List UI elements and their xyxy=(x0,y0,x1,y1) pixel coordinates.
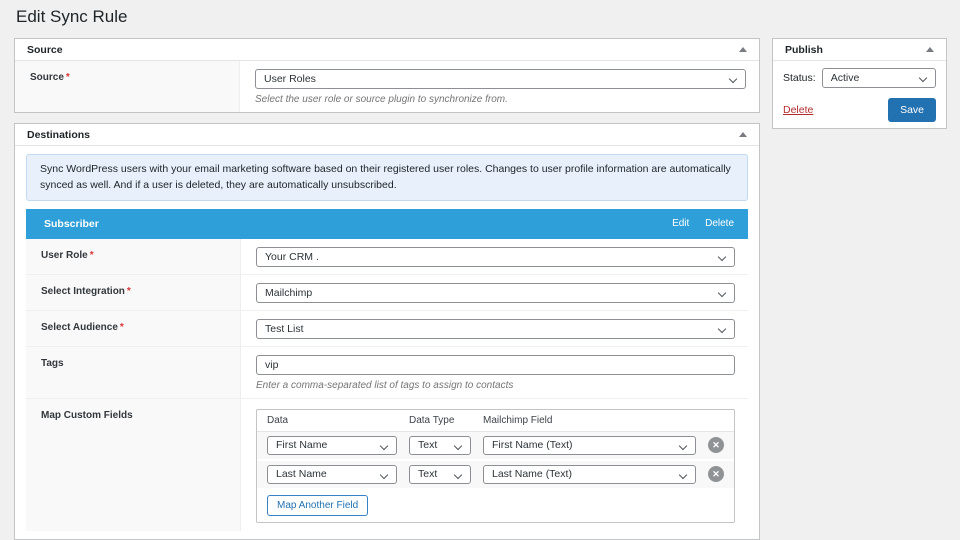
user-role-row: User Role * Your CRM . xyxy=(26,238,748,274)
column-header-mailchimp-field: Mailchimp Field xyxy=(483,414,553,426)
data-select[interactable]: First Name xyxy=(267,435,397,455)
mailchimp-field-select[interactable]: Last Name (Text) xyxy=(483,464,696,484)
sidebar-column: Publish Status: Active Delete Save xyxy=(772,38,947,129)
mailchimp-field-select[interactable]: First Name (Text) xyxy=(483,435,696,455)
destinations-panel-header: Destinations xyxy=(15,124,759,146)
status-select-value: Active xyxy=(830,72,860,84)
data-type-select[interactable]: Text xyxy=(409,464,471,484)
data-type-select-value: Text xyxy=(418,438,438,451)
source-panel: Source Source * User Roles Select the use… xyxy=(14,38,760,113)
map-fields-label: Map Custom Fields xyxy=(41,409,133,421)
publish-panel-title: Publish xyxy=(785,43,823,56)
info-notice: Sync WordPress users with your email mar… xyxy=(26,154,748,201)
status-row: Status: Active xyxy=(783,68,936,88)
required-asterisk: * xyxy=(65,72,70,83)
map-fields-label-cell: Map Custom Fields xyxy=(26,398,241,531)
tags-input[interactable] xyxy=(256,354,735,375)
mailchimp-field-select-value: First Name (Text) xyxy=(492,438,573,451)
required-asterisk: * xyxy=(89,249,94,261)
close-icon: ✕ xyxy=(712,440,720,451)
source-select-value: User Roles xyxy=(264,73,316,85)
publish-actions: Delete Save xyxy=(783,98,936,122)
subscriber-delete-link[interactable]: Delete xyxy=(705,218,734,229)
subscriber-section: Subscriber Edit Delete User Role * Your C… xyxy=(26,208,748,531)
source-label-cell: Source * xyxy=(15,61,240,112)
data-select-value: First Name xyxy=(276,438,328,451)
integration-select-value: Mailchimp xyxy=(265,286,313,299)
data-select-value: Last Name xyxy=(276,467,327,480)
close-icon: ✕ xyxy=(712,469,720,480)
source-label: Source xyxy=(30,72,64,83)
map-fields-footer: Map Another Field xyxy=(257,489,734,522)
tags-label: Tags xyxy=(41,357,64,369)
source-select[interactable]: User Roles xyxy=(255,69,746,89)
data-select[interactable]: Last Name xyxy=(267,464,397,484)
user-role-select[interactable]: Your CRM . xyxy=(256,246,735,267)
required-asterisk: * xyxy=(126,285,131,297)
tags-helper-text: Enter a comma-separated list of tags to … xyxy=(256,379,514,391)
map-fields-row: Map Custom Fields Data Data Type Mailchi… xyxy=(26,397,748,531)
mailchimp-field-select-value: Last Name (Text) xyxy=(492,467,572,480)
column-header-data: Data xyxy=(267,414,289,426)
publish-panel: Publish Status: Active Delete Save xyxy=(772,38,947,129)
delete-link[interactable]: Delete xyxy=(783,104,813,116)
source-panel-title: Source xyxy=(27,43,63,56)
collapse-toggle-icon[interactable] xyxy=(739,47,747,52)
user-role-select-value: Your CRM . xyxy=(265,250,319,263)
save-button[interactable]: Save xyxy=(888,98,936,122)
audience-row: Select Audience * Test List xyxy=(26,309,748,346)
publish-body: Status: Active Delete Save xyxy=(773,61,946,128)
column-header-data-type: Data Type xyxy=(409,414,455,426)
data-type-select[interactable]: Text xyxy=(409,435,471,455)
audience-select-value: Test List xyxy=(265,322,304,335)
integration-label-cell: Select Integration * xyxy=(26,274,241,310)
audience-select[interactable]: Test List xyxy=(256,318,735,339)
status-label: Status: xyxy=(783,72,816,84)
status-select[interactable]: Active xyxy=(821,68,936,88)
map-another-field-button[interactable]: Map Another Field xyxy=(267,494,369,516)
subscriber-actions: Edit Delete xyxy=(659,218,734,229)
required-asterisk: * xyxy=(119,321,124,333)
page-title: Edit Sync Rule xyxy=(16,7,128,26)
source-field-cell: User Roles Select the user role or sourc… xyxy=(240,61,759,112)
main-column: Source Source * User Roles Select the use… xyxy=(14,38,760,540)
mapping-row: First Name Text First Name (Text) ✕ xyxy=(257,431,734,461)
subscriber-header-bar: Subscriber Edit Delete xyxy=(26,208,748,239)
map-fields-table: Data Data Type Mailchimp Field First Nam… xyxy=(256,408,735,523)
remove-mapping-button[interactable]: ✕ xyxy=(708,466,724,483)
subscriber-edit-link[interactable]: Edit xyxy=(672,218,689,229)
collapse-toggle-icon[interactable] xyxy=(926,47,934,52)
destinations-body: Sync WordPress users with your email mar… xyxy=(15,146,759,539)
mapping-row: Last Name Text Last Name (Text) ✕ xyxy=(257,460,734,490)
map-fields-header: Data Data Type Mailchimp Field xyxy=(257,410,734,432)
publish-panel-header: Publish xyxy=(773,39,946,61)
integration-select[interactable]: Mailchimp xyxy=(256,282,735,303)
destinations-panel-title: Destinations xyxy=(27,128,91,141)
collapse-toggle-icon[interactable] xyxy=(739,132,747,137)
source-helper-text: Select the user role or source plugin to… xyxy=(255,94,508,105)
user-role-label-cell: User Role * xyxy=(26,238,241,274)
audience-label: Select Audience xyxy=(41,321,118,333)
data-type-select-value: Text xyxy=(418,467,438,480)
tags-label-cell: Tags xyxy=(26,346,241,398)
integration-label: Select Integration xyxy=(41,285,125,297)
tags-row: Tags Enter a comma-separated list of tag… xyxy=(26,345,748,398)
destinations-panel: Destinations Sync WordPress users with y… xyxy=(14,123,760,540)
user-role-label: User Role xyxy=(41,249,88,261)
audience-label-cell: Select Audience * xyxy=(26,310,241,346)
subscriber-title: Subscriber xyxy=(44,217,99,230)
remove-mapping-button[interactable]: ✕ xyxy=(708,437,724,454)
integration-row: Select Integration * Mailchimp xyxy=(26,273,748,310)
source-row: Source * User Roles Select the user role … xyxy=(15,61,759,112)
source-panel-header: Source xyxy=(15,39,759,61)
